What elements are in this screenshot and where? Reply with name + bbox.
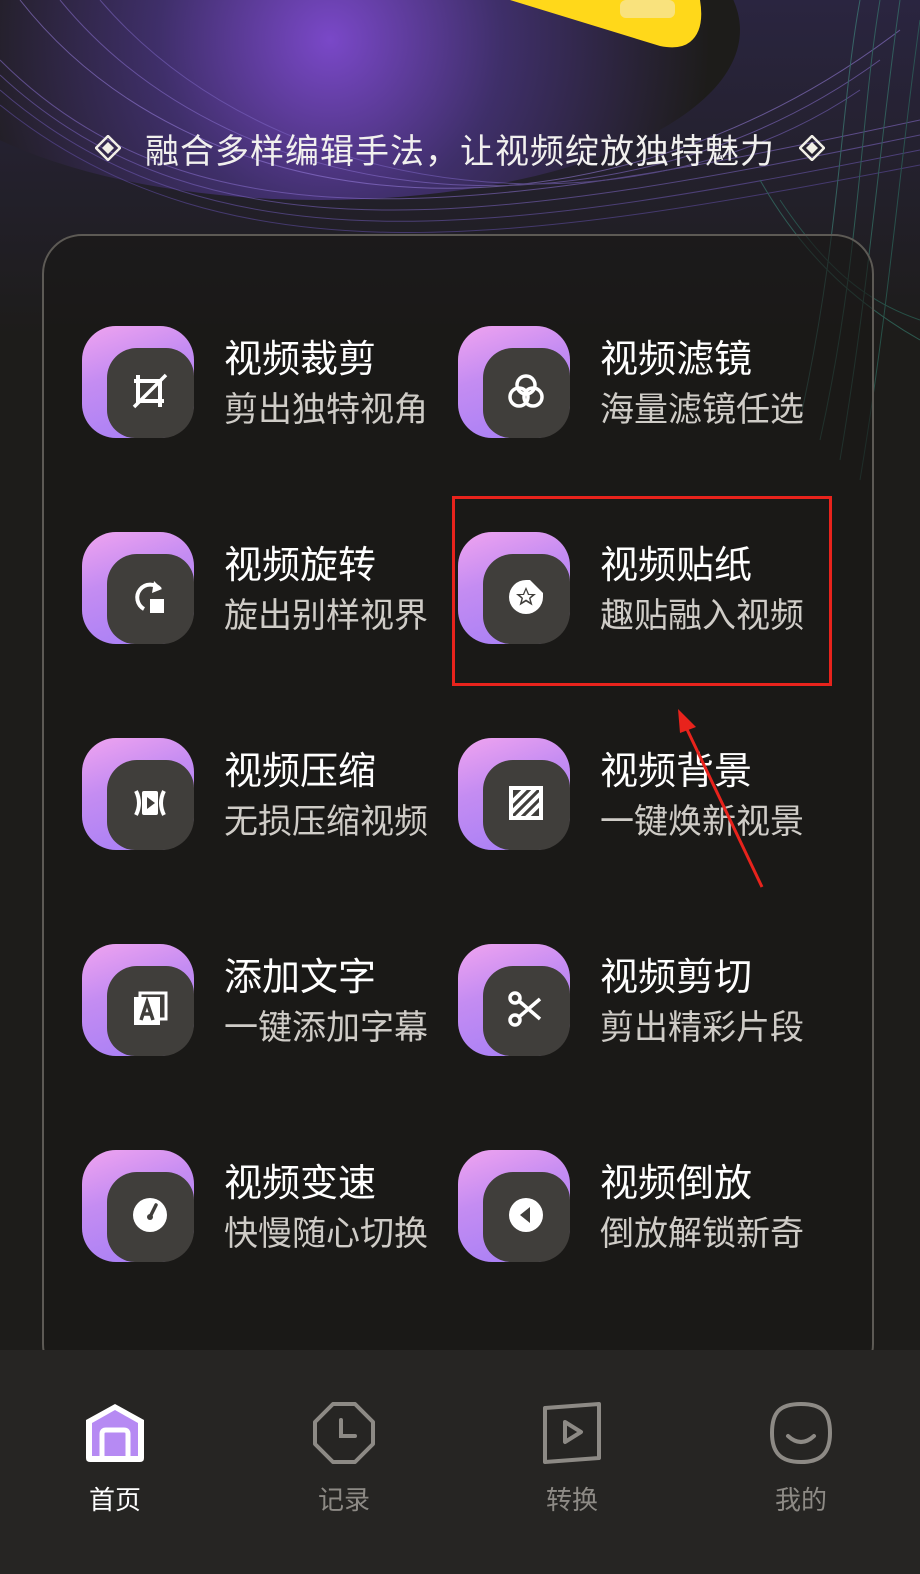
tool-subtitle: 剪出独特视角 [224,390,428,430]
tab-label: 首页 [88,1486,141,1516]
tool-title: 视频裁剪 [224,337,377,381]
tool-subtitle: 一键添加字幕 [224,1008,428,1048]
rotate-icon [82,532,194,644]
tool-subtitle: 无损压缩视频 [224,802,428,842]
clock-icon [313,1402,375,1464]
tool-title: 视频倒放 [600,1161,753,1205]
highlight-box [452,496,832,686]
tool-crop[interactable]: 视频裁剪 剪出独特视角 [82,324,462,444]
tool-subtitle: 旋出别样视界 [224,596,428,636]
tool-compress[interactable]: 视频压缩 无损压缩视频 [82,736,462,856]
tagline-text: 融合多样编辑手法，让视频绽放独特魅力 [145,131,775,172]
tool-subtitle: 海量滤镜任选 [600,390,804,430]
smile-icon [769,1401,833,1465]
speed-icon [82,1150,194,1262]
tool-rotate[interactable]: 视频旋转 旋出别样视界 [82,530,462,650]
scissors-icon [458,944,570,1056]
tool-subtitle: 快慢随心切换 [224,1214,428,1254]
tagline: 融合多样编辑手法，让视频绽放独特魅力 [0,118,920,178]
tool-cut[interactable]: 视频剪切 剪出精彩片段 [458,942,838,1062]
tool-speed[interactable]: 视频变速 快慢随心切换 [82,1148,462,1268]
reverse-icon [458,1150,570,1262]
tool-filter[interactable]: 视频滤镜 海量滤镜任选 [458,324,838,444]
tool-reverse[interactable]: 视频倒放 倒放解锁新奇 [458,1148,838,1268]
tab-label: 记录 [317,1486,370,1516]
tool-title: 视频剪切 [600,955,753,999]
tool-title: 视频滤镜 [600,337,753,381]
tab-profile[interactable]: 我的 [741,1400,861,1530]
tab-convert[interactable]: 转换 [512,1400,632,1530]
annotation-arrow-icon [678,709,764,888]
background-icon [458,738,570,850]
tool-title: 视频变速 [224,1161,377,1205]
compress-icon [82,738,194,850]
tool-subtitle: 剪出精彩片段 [600,1008,804,1048]
bottom-tab-bar: 首页 记录 转换 我的 [0,1350,920,1574]
home-icon [86,1404,144,1462]
text-icon [82,944,194,1056]
diamond-icon [799,135,825,161]
tab-label: 转换 [545,1486,598,1516]
crop-icon [82,326,194,438]
tab-home[interactable]: 首页 [55,1400,175,1530]
tool-add-text[interactable]: 添加文字 一键添加字幕 [82,942,462,1062]
tool-title: 视频旋转 [224,543,377,587]
tool-subtitle: 倒放解锁新奇 [600,1214,804,1254]
tab-label: 我的 [774,1486,827,1516]
filter-icon [458,326,570,438]
tool-title: 视频压缩 [224,749,377,793]
tool-title: 添加文字 [224,955,377,999]
diamond-icon [95,135,121,161]
play-icon [543,1402,601,1464]
tab-history[interactable]: 记录 [284,1400,404,1530]
tool-background[interactable]: 视频背景 一键焕新视景 [458,736,838,856]
